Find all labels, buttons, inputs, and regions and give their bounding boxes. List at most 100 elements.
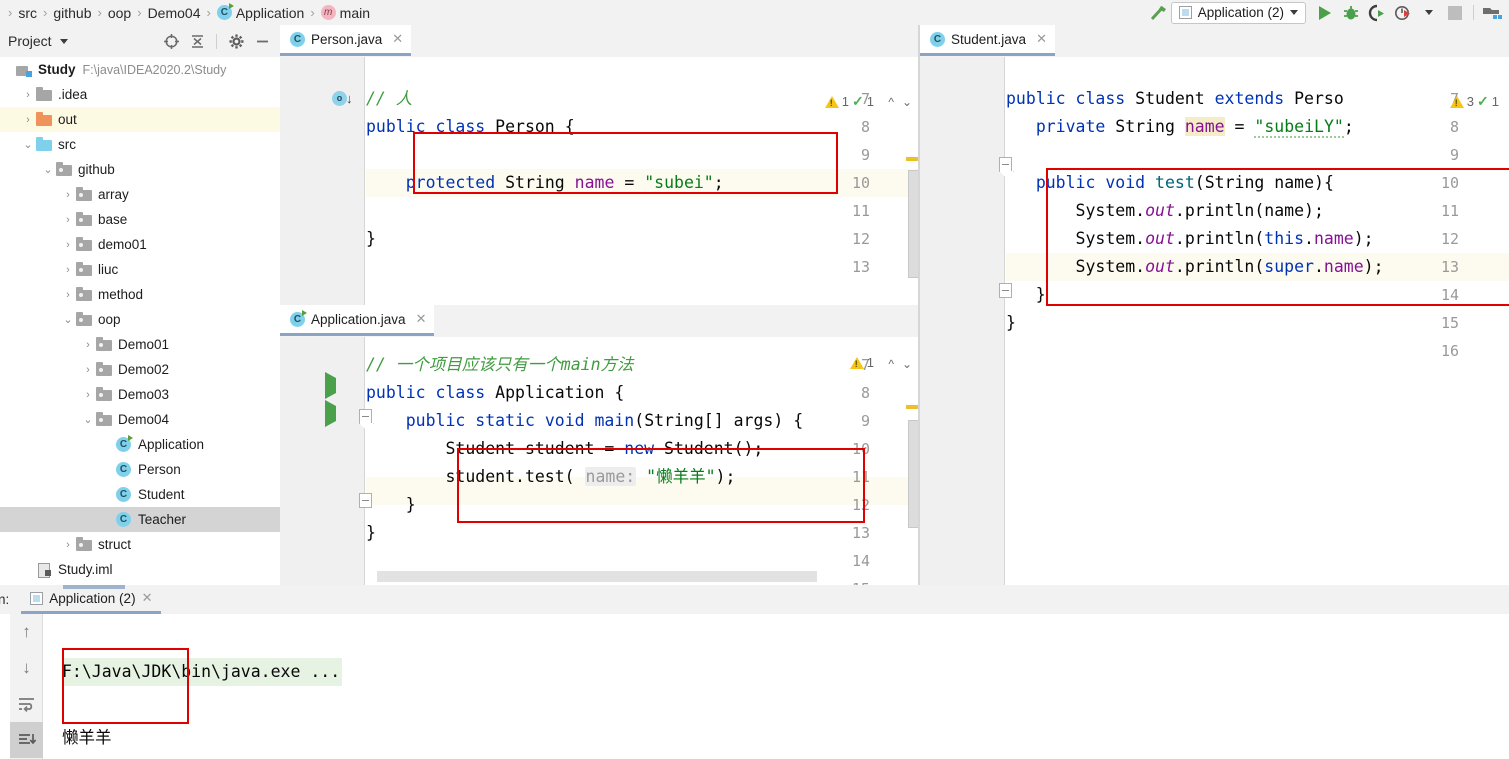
locate-icon[interactable]	[159, 29, 183, 53]
tree-item-demo04[interactable]: ⌄ Demo04	[0, 407, 280, 432]
expand-arrow-icon[interactable]: ⌄	[20, 138, 36, 151]
override-marker-icon[interactable]: o ↓	[332, 91, 353, 106]
collapse-all-icon[interactable]	[185, 29, 209, 53]
tree-item-demo01[interactable]: › demo01	[0, 232, 280, 257]
tree-item-oop[interactable]: ⌄ oop	[0, 307, 280, 332]
editor-body-student[interactable]: 7 8 9 10 11 12 13 14 15 16 public class Student e…	[920, 57, 1509, 585]
project-panel-dropdown-icon[interactable]	[59, 38, 68, 44]
tree-item-array[interactable]: › array	[0, 182, 280, 207]
previous-highlight-icon[interactable]: ^	[888, 95, 894, 109]
close-icon[interactable]: ✕	[1036, 31, 1047, 47]
tree-item-demo03[interactable]: › Demo03	[0, 382, 280, 407]
expand-arrow-icon[interactable]: ⌄	[40, 163, 56, 176]
project-structure-button[interactable]	[1479, 2, 1505, 24]
debug-button[interactable]	[1338, 2, 1364, 24]
tree-item-study-iml[interactable]: › Study.iml	[0, 557, 280, 582]
expand-arrow-icon[interactable]: ›	[100, 464, 116, 476]
code-token: "懒羊羊"	[646, 467, 716, 486]
breadcrumb-item-main[interactable]: m main	[320, 5, 370, 21]
gear-icon[interactable]	[224, 29, 248, 53]
code-token: );	[1353, 229, 1374, 248]
run-with-coverage-button[interactable]	[1364, 2, 1390, 24]
hide-panel-icon[interactable]	[250, 29, 274, 53]
tree-item--idea[interactable]: › .idea	[0, 82, 280, 107]
tab-application-java[interactable]: C Application.java ✕	[280, 305, 435, 336]
tree-item-student[interactable]: ›C Student	[0, 482, 280, 507]
tree-item-demo01[interactable]: › Demo01	[0, 332, 280, 357]
expand-arrow-icon[interactable]: ›	[60, 239, 76, 251]
code-student[interactable]: public class Student extends Perso priva…	[1006, 85, 1509, 585]
expand-arrow-icon[interactable]: ›	[20, 89, 36, 101]
expand-arrow-icon[interactable]: ›	[100, 439, 116, 451]
tree-item-person[interactable]: ›C Person	[0, 457, 280, 482]
stop-button[interactable]	[1442, 2, 1468, 24]
run-configuration-selector[interactable]: Application (2)	[1170, 1, 1306, 24]
tree-item-github[interactable]: ⌄ github	[0, 157, 280, 182]
breadcrumb-item-src[interactable]: src	[18, 5, 37, 21]
tree-item-study[interactable]: › Study F:\java\IDEA2020.2\Study	[0, 57, 280, 82]
next-highlight-icon[interactable]: ⌄	[902, 357, 912, 371]
tree-item-struct[interactable]: › struct	[0, 532, 280, 557]
error-stripe-marker[interactable]	[906, 405, 918, 409]
build-icon[interactable]	[1145, 2, 1171, 24]
run-method-icon[interactable]	[325, 400, 336, 427]
breadcrumb-item-oop[interactable]: oop	[108, 5, 131, 21]
editor-horizontal-scrollbar[interactable]	[377, 571, 817, 582]
tree-item-teacher[interactable]: ›C Teacher	[0, 507, 280, 532]
expand-arrow-icon[interactable]: ›	[20, 114, 36, 126]
expand-arrow-icon[interactable]: ›	[80, 389, 96, 401]
project-tree[interactable]: ›StudyF:\java\IDEA2020.2\Study›.idea›out…	[0, 57, 280, 585]
tree-item-application[interactable]: ›C Application	[0, 432, 280, 457]
expand-arrow-icon[interactable]: ›	[80, 339, 96, 351]
profile-dropdown-icon[interactable]	[1416, 2, 1442, 24]
tree-item-out[interactable]: › out	[0, 107, 280, 132]
profile-button[interactable]	[1390, 2, 1416, 24]
close-icon[interactable]: ✕	[416, 311, 427, 327]
editor-body-application[interactable]: 789101112131415 // 一个项目应该只有一个main方法publi…	[280, 337, 920, 585]
breadcrumb-item-github[interactable]: github	[53, 5, 91, 21]
expand-arrow-icon[interactable]: ›	[60, 214, 76, 226]
expand-arrow-icon[interactable]: ›	[60, 189, 76, 201]
tree-item-demo02[interactable]: › Demo02	[0, 357, 280, 382]
run-tab-application[interactable]: Application (2) ✕	[21, 585, 162, 614]
tree-item-method[interactable]: › method	[0, 282, 280, 307]
code-token: Student();	[664, 439, 764, 458]
editor-body-person[interactable]: 7 8 9 10 11 12 13 o ↓ // 人 public class Person {…	[280, 57, 920, 305]
code-application[interactable]: // 一个项目应该只有一个main方法 public class Applicat…	[366, 351, 920, 585]
expand-arrow-icon[interactable]: ›	[80, 364, 96, 376]
breadcrumb-item-application[interactable]: C Application	[216, 3, 304, 21]
next-highlight-icon[interactable]: ⌄	[902, 95, 912, 109]
editor-split-divider[interactable]	[918, 25, 920, 585]
expand-arrow-icon[interactable]: ›	[100, 489, 116, 501]
tab-person-java[interactable]: C Person.java ✕	[280, 25, 412, 56]
soft-wrap-icon[interactable]	[10, 686, 43, 722]
code-person[interactable]: // 人 public class Person { protected Stri…	[366, 85, 920, 305]
expand-arrow-icon[interactable]: ›	[100, 514, 116, 526]
expand-arrow-icon[interactable]: ›	[60, 289, 76, 301]
tree-item-liuc[interactable]: › liuc	[0, 257, 280, 282]
error-stripe-marker[interactable]	[906, 157, 918, 161]
tab-student-java[interactable]: C Student.java ✕	[920, 25, 1055, 56]
down-arrow-icon[interactable]: ↓	[10, 650, 43, 686]
tree-item-src[interactable]: ⌄ src	[0, 132, 280, 157]
expand-arrow-icon[interactable]: ⌄	[60, 313, 76, 326]
package-icon	[96, 337, 112, 351]
previous-highlight-icon[interactable]: ^	[888, 357, 894, 371]
console-output[interactable]: F:\Java\JDK\bin\java.exe ... 懒羊羊 subeiLY…	[62, 620, 1499, 759]
expand-arrow-icon[interactable]: ⌄	[80, 413, 96, 426]
expand-arrow-icon[interactable]: ›	[0, 64, 16, 76]
close-icon[interactable]: ✕	[392, 31, 403, 47]
scroll-to-end-icon[interactable]	[10, 722, 43, 758]
tree-item-base[interactable]: › base	[0, 207, 280, 232]
tree-item-label: Demo04	[118, 412, 170, 427]
expand-arrow-icon[interactable]: ›	[60, 539, 76, 551]
run-button[interactable]	[1312, 2, 1338, 24]
run-class-icon[interactable]	[325, 372, 336, 399]
up-arrow-icon[interactable]: ↑	[10, 614, 43, 650]
breadcrumb-item-demo04[interactable]: Demo04	[148, 5, 201, 21]
expand-arrow-icon[interactable]: ›	[20, 564, 36, 576]
expand-arrow-icon[interactable]: ›	[60, 264, 76, 276]
close-icon[interactable]: ✕	[142, 590, 153, 606]
